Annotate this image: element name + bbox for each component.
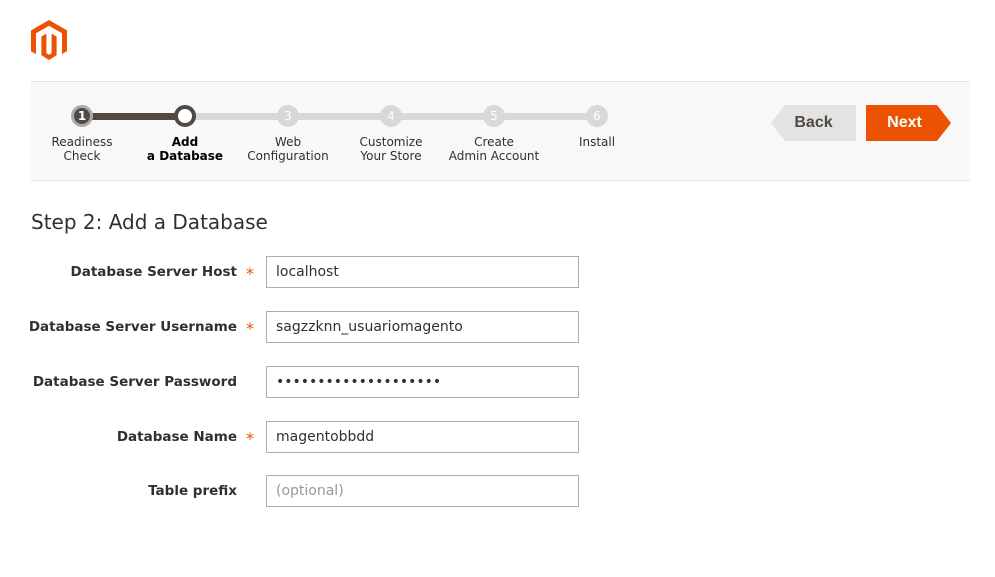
step-4-circle: 4 — [380, 105, 402, 127]
db-username-input[interactable] — [266, 311, 579, 343]
step-label: Check — [63, 149, 101, 163]
required-asterisk: * — [246, 429, 254, 448]
field-label: Database Server Username — [28, 319, 237, 335]
magento-logo — [31, 20, 67, 64]
next-button[interactable]: Next — [866, 105, 951, 141]
form-row-dbname: Database Name * — [31, 421, 591, 453]
step-label: Configuration — [247, 149, 329, 163]
form-row-host: Database Server Host * — [31, 256, 591, 288]
progress-track-completed — [82, 113, 185, 120]
step-1-circle: 1 — [71, 105, 93, 127]
table-prefix-input[interactable] — [266, 475, 579, 507]
step-label: a Database — [146, 149, 224, 163]
step-label: Your Store — [360, 149, 422, 163]
step-label: Create — [474, 135, 514, 149]
required-asterisk: * — [246, 319, 254, 338]
field-label: Database Server Host — [70, 264, 237, 280]
field-label: Database Name — [116, 429, 237, 445]
form-row-prefix: Table prefix — [31, 475, 591, 507]
page-title: Step 2: Add a Database — [31, 210, 268, 234]
step-label: Add — [171, 135, 199, 149]
db-host-input[interactable] — [266, 256, 579, 288]
form-row-username: Database Server Username * — [28, 311, 591, 343]
form-row-password: Database Server Password — [31, 366, 591, 398]
step-2-circle — [174, 105, 196, 127]
step-label: Install — [578, 135, 616, 149]
step-label: Readiness — [51, 135, 113, 149]
field-label: Database Server Password — [32, 374, 237, 390]
step-label: Web — [274, 135, 302, 149]
db-name-input[interactable] — [266, 421, 579, 453]
step-label: Admin Account — [448, 149, 540, 163]
step-6-circle: 6 — [586, 105, 608, 127]
db-password-input[interactable] — [266, 366, 579, 398]
step-label: Customize — [359, 135, 423, 149]
required-asterisk: * — [246, 264, 254, 283]
back-button[interactable]: Back — [771, 105, 856, 141]
progress-header: 1 Readiness Check Add a Database 3 Web Config… — [31, 81, 970, 181]
step-3-circle: 3 — [277, 105, 299, 127]
field-label: Table prefix — [148, 483, 237, 499]
progress-track — [82, 113, 597, 120]
step-5-circle: 5 — [483, 105, 505, 127]
